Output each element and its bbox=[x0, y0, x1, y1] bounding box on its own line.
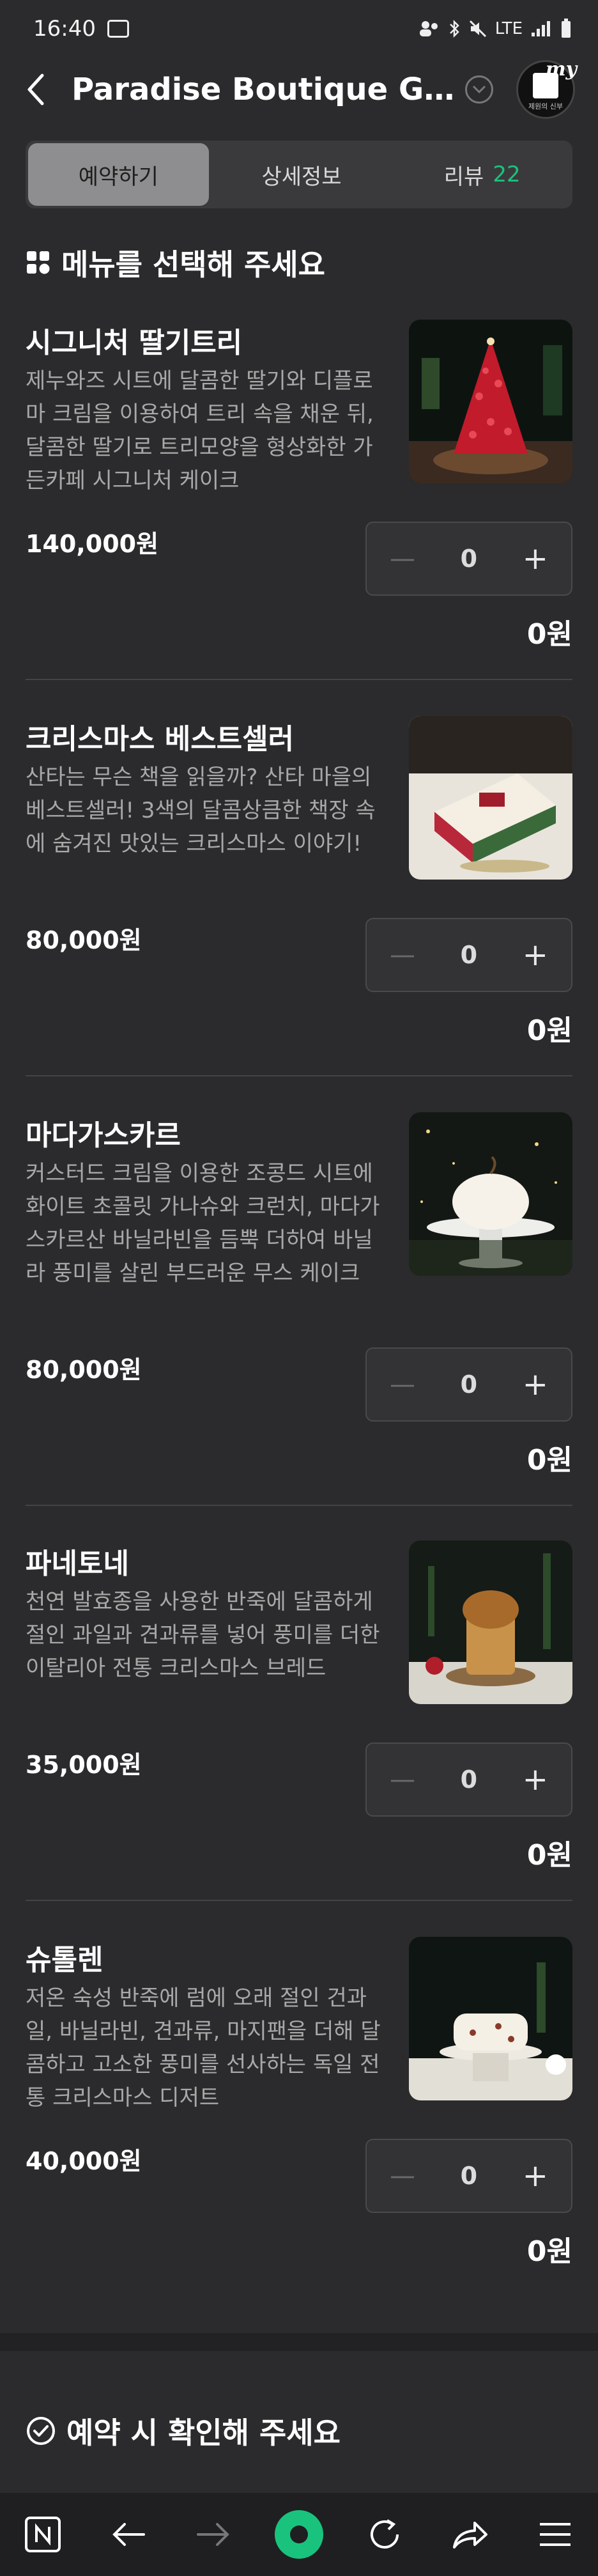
decrease-button[interactable]: — bbox=[390, 940, 415, 970]
menu-item-name: 마다가스카르 bbox=[26, 1119, 181, 1152]
confirm-section-title: 예약 시 확인해 주세요 bbox=[26, 2410, 341, 2452]
quantity-stepper: — 0 + bbox=[365, 2139, 572, 2213]
quantity-stepper: — 0 + bbox=[365, 522, 572, 596]
divider bbox=[26, 679, 572, 680]
menu-item-subtotal: 0원 bbox=[526, 2235, 572, 2268]
menu-item-description: 저온 숙성 반죽에 럼에 오래 절인 건과일, 바닐라빈, 견과류, 마지팬을 … bbox=[26, 1985, 381, 2111]
divider bbox=[26, 1505, 572, 1506]
chevron-down-icon[interactable] bbox=[465, 75, 493, 104]
divider bbox=[26, 1075, 572, 1076]
quantity-stepper: — 0 + bbox=[365, 1742, 572, 1817]
menu-item-price: 140,000원 bbox=[26, 530, 159, 558]
bluetooth-icon bbox=[449, 19, 459, 38]
menu-item-name: 파네토네 bbox=[26, 1548, 129, 1580]
battery-icon bbox=[562, 19, 571, 38]
menu-item: 시그니처 딸기트리 제누와즈 시트에 달콤한 딸기와 디플로마 크림을 이용하여… bbox=[0, 320, 598, 716]
menu-item: 크리스마스 베스트셀러 산타는 무슨 책을 읽을까? 산타 마을의 베스트셀러!… bbox=[0, 716, 598, 1112]
increase-button[interactable]: + bbox=[523, 937, 548, 973]
browser-nav-bar bbox=[0, 2493, 598, 2576]
menu-item-description: 천연 발효종을 사용한 반죽에 달콤하게 절인 과일과 견과류를 넣어 풍미를 … bbox=[26, 1589, 380, 1681]
increase-button[interactable]: + bbox=[523, 541, 548, 577]
quantity-stepper: — 0 + bbox=[365, 1347, 572, 1422]
divider bbox=[26, 1900, 572, 1901]
menu-item-name: 슈톨렌 bbox=[26, 1944, 103, 1976]
menu-item-description: 제누와즈 시트에 달콤한 딸기와 디플로마 크림을 이용하여 트리 속을 채운 … bbox=[26, 368, 374, 493]
quantity-stepper: — 0 + bbox=[365, 918, 572, 992]
refresh-icon[interactable] bbox=[359, 2509, 410, 2560]
menu-item-image bbox=[409, 1112, 572, 1276]
naver-home-icon[interactable] bbox=[17, 2509, 68, 2560]
back-icon[interactable] bbox=[26, 70, 54, 109]
gallery-notification-icon bbox=[107, 20, 129, 38]
menu-item-subtotal: 0원 bbox=[526, 1839, 572, 1872]
menu-item-subtotal: 0원 bbox=[526, 1444, 572, 1477]
page-title: Paradise Boutique Garde... bbox=[72, 72, 455, 107]
green-dot-icon[interactable] bbox=[273, 2509, 325, 2560]
network-type: LTE bbox=[494, 19, 523, 38]
review-count: 22 bbox=[493, 162, 521, 187]
menu-grid-icon bbox=[27, 251, 50, 274]
tab-reviews[interactable]: 리뷰 22 bbox=[392, 141, 572, 208]
back-arrow-icon[interactable] bbox=[103, 2509, 154, 2560]
status-time: 16:40 bbox=[33, 16, 96, 42]
menu-item-price: 40,000원 bbox=[26, 2147, 142, 2175]
my-badge-text: my bbox=[545, 58, 577, 81]
people-icon bbox=[419, 21, 438, 36]
tab-label: 예약하기 bbox=[78, 164, 158, 190]
share-icon[interactable] bbox=[444, 2509, 495, 2560]
menu-item-name: 시그니처 딸기트리 bbox=[26, 327, 243, 359]
quantity-value: 0 bbox=[460, 545, 478, 573]
status-bar: 16:40 LTE bbox=[0, 0, 598, 58]
menu-item-price: 35,000원 bbox=[26, 1751, 142, 1779]
signal-icon bbox=[532, 21, 550, 36]
decrease-button[interactable]: — bbox=[390, 1765, 415, 1794]
decrease-button[interactable]: — bbox=[390, 2161, 415, 2191]
menu-item-description: 산타는 무슨 책을 읽을까? 산타 마을의 베스트셀러! 3색의 달콤상큼한 책… bbox=[26, 764, 376, 857]
profile-avatar[interactable]: my 제원의 신부 bbox=[516, 58, 577, 119]
quantity-value: 0 bbox=[460, 2162, 478, 2190]
quantity-value: 0 bbox=[460, 941, 478, 969]
menu-item: 슈톨렌 저온 숙성 반죽에 럼에 오래 절인 건과일, 바닐라빈, 견과류, 마… bbox=[0, 1937, 598, 2333]
forward-arrow-icon[interactable] bbox=[188, 2509, 239, 2560]
menu-item-name: 크리스마스 베스트셀러 bbox=[26, 723, 295, 756]
decrease-button[interactable]: — bbox=[390, 1370, 415, 1399]
tab-label: 상세정보 bbox=[261, 164, 342, 190]
menu-item-image bbox=[409, 1937, 572, 2100]
menu-item-image bbox=[409, 320, 572, 483]
tab-details[interactable]: 상세정보 bbox=[211, 141, 392, 208]
menu-item: 파네토네 천연 발효종을 사용한 반죽에 달콤하게 절인 과일과 견과류를 넣어… bbox=[0, 1540, 598, 1937]
section-divider bbox=[0, 2333, 598, 2351]
menu-item-price: 80,000원 bbox=[26, 926, 142, 954]
menu-item: 마다가스카르 커스터드 크림을 이용한 조콩드 시트에 화이트 초콜릿 가나슈와… bbox=[0, 1112, 598, 1509]
profile-caption: 제원의 신부 bbox=[528, 102, 564, 111]
tab-bar: 예약하기 상세정보 리뷰 22 bbox=[26, 141, 572, 208]
menu-icon[interactable] bbox=[530, 2509, 581, 2560]
check-circle-icon bbox=[27, 2417, 55, 2445]
increase-button[interactable]: + bbox=[523, 1367, 548, 1402]
tab-reservation[interactable]: 예약하기 bbox=[28, 143, 209, 206]
quantity-value: 0 bbox=[460, 1765, 478, 1794]
increase-button[interactable]: + bbox=[523, 2158, 548, 2194]
quantity-value: 0 bbox=[460, 1370, 478, 1399]
menu-item-image bbox=[409, 716, 572, 880]
confirm-title-text: 예약 시 확인해 주세요 bbox=[66, 2416, 341, 2450]
menu-item-description: 커스터드 크림을 이용한 조콩드 시트에 화이트 초콜릿 가나슈와 크런치, 마… bbox=[26, 1161, 380, 1286]
decrease-button[interactable]: — bbox=[390, 544, 415, 573]
tab-label: 리뷰 bbox=[443, 164, 484, 190]
section-title-text: 메뉴를 선택해 주세요 bbox=[61, 247, 325, 282]
menu-item-subtotal: 0원 bbox=[526, 618, 572, 651]
mute-icon bbox=[469, 20, 486, 38]
menu-item-image bbox=[409, 1540, 572, 1704]
menu-item-subtotal: 0원 bbox=[526, 1014, 572, 1047]
app-header: Paradise Boutique Garde... my 제원의 신부 bbox=[0, 58, 598, 121]
increase-button[interactable]: + bbox=[523, 1762, 548, 1797]
section-title: 메뉴를 선택해 주세요 bbox=[26, 242, 325, 284]
menu-item-price: 80,000원 bbox=[26, 1356, 142, 1384]
